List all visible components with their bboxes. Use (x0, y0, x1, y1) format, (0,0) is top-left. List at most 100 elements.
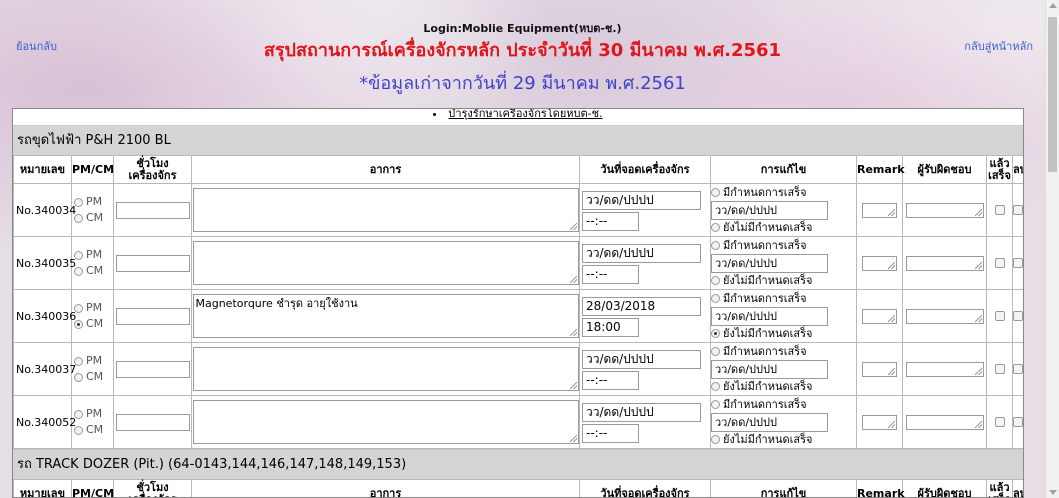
cm-option[interactable]: CM (74, 369, 113, 385)
fix-unscheduled-radio[interactable] (711, 223, 720, 232)
scroll-thumb[interactable] (1048, 17, 1057, 172)
fix-unscheduled-radio[interactable] (711, 276, 720, 285)
vertical-scrollbar[interactable] (1045, 0, 1059, 498)
remark-textarea[interactable] (862, 361, 897, 377)
machine-hours-input[interactable] (115, 254, 190, 272)
resize-grip-icon[interactable] (569, 276, 577, 283)
done-checkbox[interactable] (994, 258, 1005, 268)
fix-unscheduled-option[interactable]: ยังไม่มีกำหนดเสร็จ (711, 327, 856, 341)
remark-textarea[interactable] (862, 202, 897, 218)
fix-unscheduled-option[interactable]: ยังไม่มีกำหนดเสร็จ (711, 274, 856, 288)
section-link[interactable]: บำรุงรักษาเครื่องจักรโดยหบต-ช. (13, 109, 1023, 122)
fix-scheduled-radio[interactable] (711, 347, 720, 356)
resize-grip-icon[interactable] (888, 314, 895, 322)
stop-time-input[interactable]: --:-- (582, 424, 639, 443)
machine-hours-input[interactable] (115, 413, 190, 431)
fix-unscheduled-option[interactable]: ยังไม่มีกำหนดเสร็จ (711, 221, 856, 235)
fix-date-input[interactable]: วว/ดด/ปปปป (711, 306, 828, 326)
responsible-textarea[interactable] (905, 202, 984, 218)
fix-unscheduled-radio[interactable] (711, 435, 720, 444)
resize-grip-icon[interactable] (888, 367, 895, 375)
resize-grip-icon[interactable] (569, 223, 577, 230)
remark-textarea[interactable] (862, 414, 897, 430)
symptom-textarea[interactable] (192, 241, 579, 285)
fix-date-input[interactable]: วว/ดด/ปปปป (711, 412, 828, 432)
done-checkbox[interactable] (994, 417, 1005, 427)
resize-grip-icon[interactable] (974, 314, 982, 322)
fix-date-input[interactable]: วว/ดด/ปปปป (711, 359, 828, 379)
symptom-textarea[interactable] (192, 188, 579, 232)
cm-radio[interactable] (74, 372, 83, 382)
resize-grip-icon[interactable] (974, 261, 982, 269)
fix-unscheduled-radio[interactable] (711, 382, 720, 391)
cm-option[interactable]: CM (74, 316, 113, 332)
stop-date-input[interactable]: วว/ดด/ปปปป (582, 191, 701, 210)
symptom-textarea[interactable] (192, 400, 579, 444)
fix-scheduled-radio[interactable] (711, 188, 720, 197)
resize-grip-icon[interactable] (888, 208, 895, 216)
fix-scheduled-option[interactable]: มีกำหนดการเสร็จ (711, 186, 856, 200)
stop-time-input[interactable]: --:-- (582, 265, 639, 284)
cm-option[interactable]: CM (74, 422, 113, 438)
resize-grip-icon[interactable] (974, 420, 982, 428)
fix-scheduled-option[interactable]: มีกำหนดการเสร็จ (711, 345, 856, 359)
resize-grip-icon[interactable] (569, 435, 577, 442)
machine-hours-input[interactable] (115, 360, 190, 378)
pm-radio[interactable] (74, 409, 83, 419)
pm-radio[interactable] (74, 303, 83, 313)
responsible-textarea[interactable] (905, 414, 984, 430)
delete-checkbox[interactable] (1013, 364, 1023, 374)
cm-radio[interactable] (74, 425, 83, 435)
delete-checkbox[interactable] (1013, 205, 1023, 215)
remark-textarea[interactable] (862, 255, 897, 271)
fix-unscheduled-option[interactable]: ยังไม่มีกำหนดเสร็จ (711, 380, 856, 394)
pm-option[interactable]: PM (74, 194, 113, 210)
cm-radio[interactable] (74, 319, 83, 329)
pm-radio[interactable] (74, 356, 83, 366)
delete-checkbox[interactable] (1013, 258, 1023, 268)
pm-radio[interactable] (74, 250, 83, 260)
pm-option[interactable]: PM (74, 300, 113, 316)
done-checkbox[interactable] (994, 205, 1005, 215)
cm-option[interactable]: CM (74, 263, 113, 279)
stop-time-input[interactable]: 18:00 (582, 318, 639, 337)
pm-option[interactable]: PM (74, 353, 113, 369)
responsible-textarea[interactable] (905, 361, 984, 377)
done-checkbox[interactable] (994, 311, 1005, 321)
stop-date-input[interactable]: 28/03/2018 (582, 297, 701, 316)
responsible-textarea[interactable] (905, 308, 984, 324)
resize-grip-icon[interactable] (888, 420, 895, 428)
scroll-down-arrow-icon[interactable] (1049, 490, 1057, 495)
fix-date-input[interactable]: วว/ดด/ปปปป (711, 253, 828, 273)
resize-grip-icon[interactable] (888, 261, 895, 269)
cm-option[interactable]: CM (74, 210, 113, 226)
fix-unscheduled-radio[interactable] (711, 329, 720, 338)
resize-grip-icon[interactable] (974, 208, 982, 216)
fix-scheduled-option[interactable]: มีกำหนดการเสร็จ (711, 398, 856, 412)
cm-radio[interactable] (74, 213, 83, 223)
scroll-up-arrow-icon[interactable] (1049, 3, 1057, 8)
machine-hours-input[interactable] (115, 201, 190, 219)
stop-date-input[interactable]: วว/ดด/ปปปป (582, 244, 701, 263)
done-checkbox[interactable] (994, 364, 1005, 374)
delete-checkbox[interactable] (1013, 311, 1023, 321)
resize-grip-icon[interactable] (569, 329, 577, 336)
pm-option[interactable]: PM (74, 247, 113, 263)
symptom-textarea[interactable] (192, 347, 579, 391)
responsible-textarea[interactable] (905, 255, 984, 271)
resize-grip-icon[interactable] (569, 382, 577, 389)
fix-scheduled-radio[interactable] (711, 241, 720, 250)
remark-textarea[interactable] (862, 308, 897, 324)
fix-scheduled-option[interactable]: มีกำหนดการเสร็จ (711, 239, 856, 253)
home-link[interactable]: กลับสู่หน้าหลัก (964, 37, 1033, 55)
symptom-textarea[interactable]: Magnetorqure ชำรุด อายุใช้งาน (192, 294, 579, 338)
fix-scheduled-radio[interactable] (711, 400, 720, 409)
stop-time-input[interactable]: --:-- (582, 212, 639, 231)
cm-radio[interactable] (74, 266, 83, 276)
fix-scheduled-option[interactable]: มีกำหนดการเสร็จ (711, 292, 856, 306)
stop-date-input[interactable]: วว/ดด/ปปปป (582, 403, 701, 422)
pm-radio[interactable] (74, 197, 83, 207)
delete-checkbox[interactable] (1013, 417, 1023, 427)
resize-grip-icon[interactable] (974, 367, 982, 375)
pm-option[interactable]: PM (74, 406, 113, 422)
